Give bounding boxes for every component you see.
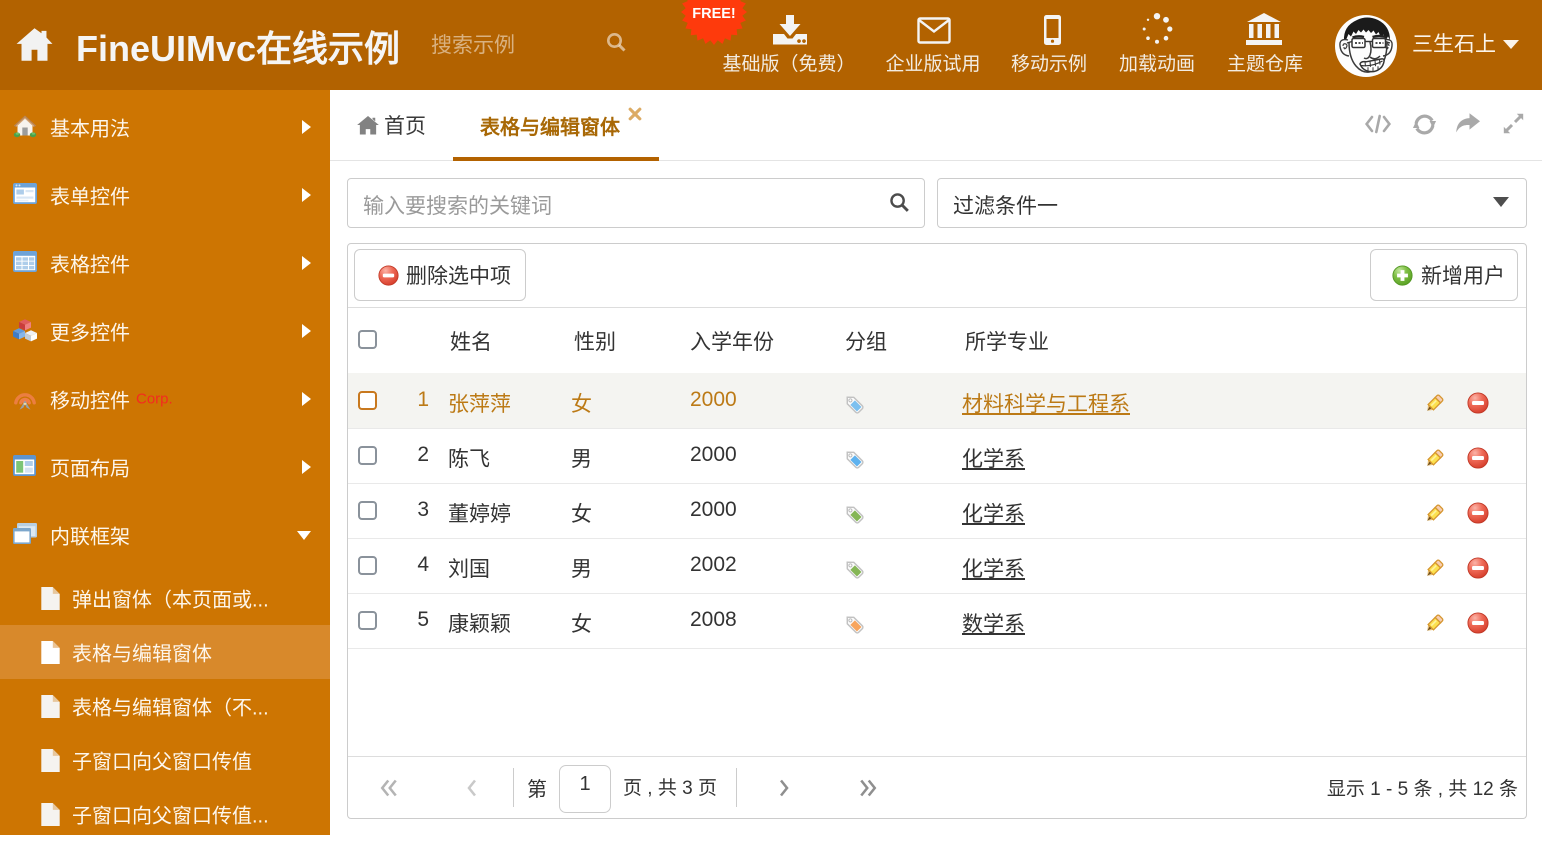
svg-text:FREE!: FREE! [692,6,736,22]
